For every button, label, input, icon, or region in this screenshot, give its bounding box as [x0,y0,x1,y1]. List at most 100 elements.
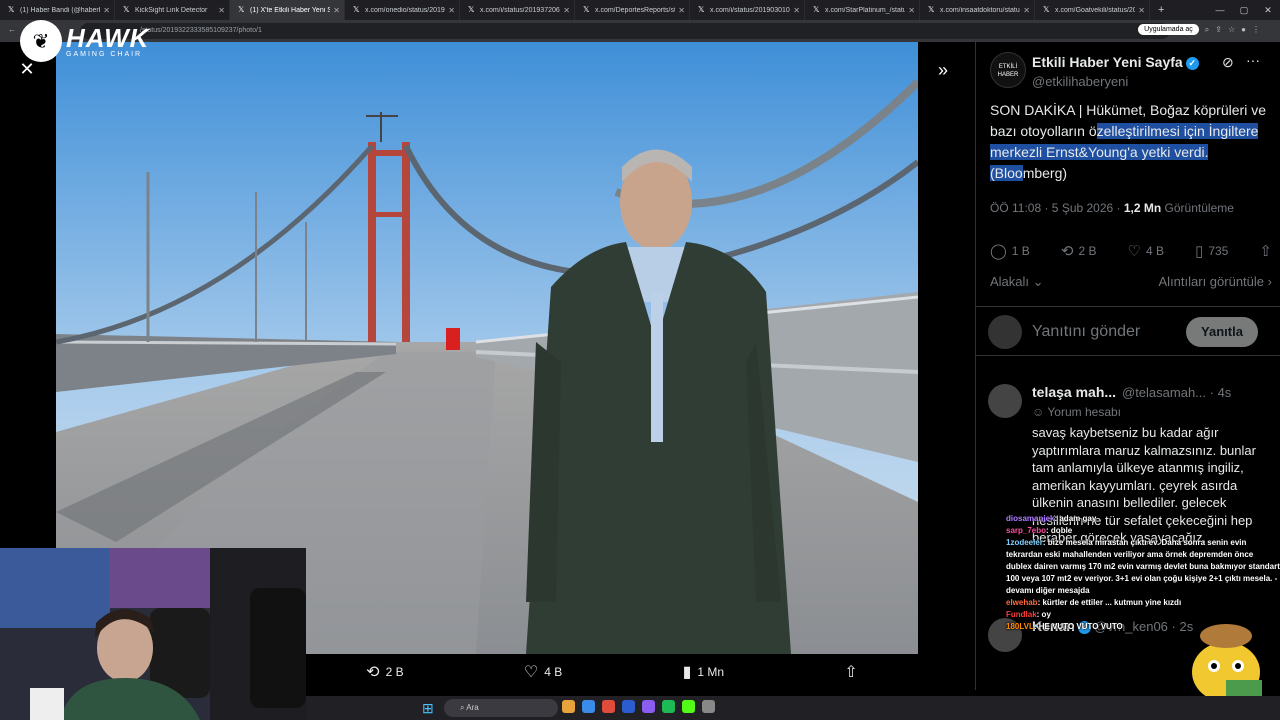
photo-action-bar: ⟲ 2 B ♡ 4 B ▮ 1 Mn ⇧ [306,654,918,690]
photo-views-count: 1 Mn [697,665,725,679]
profile-icon[interactable]: ● [1241,25,1246,34]
post-view-count: 1,2 Mn [1123,201,1162,215]
browser-tab[interactable]: 𝕏x.com/DeportesReports/statu✕ [575,0,690,20]
reply-submit-button[interactable]: Yanıtla [1186,317,1258,347]
bookmark-star-icon[interactable]: ☆ [1228,25,1235,34]
back-icon[interactable]: ← [8,25,16,34]
browser-tab[interactable]: 𝕏x.com/i/status/201903010981✕ [690,0,805,20]
author-handle[interactable]: @etkilihaberyeni [1032,74,1128,89]
tab-favicon-icon: 𝕏 [813,5,820,14]
chat-username: sarp_7ebo [1006,526,1047,535]
comment-author-name[interactable]: telaşa mah... [1032,384,1116,400]
taskbar-search[interactable]: ⌕ Ara [444,699,558,717]
post-time[interactable]: ÖÖ 11:08 · 5 Şub 2026 · [990,201,1124,215]
tab-title: x.com/Goatvekili/status/2019 [1055,6,1135,14]
browser-tab[interactable]: 𝕏x.com/insaatdoktoru/status/2 ✕ [920,0,1035,20]
toggle-panel-icon[interactable]: » [938,60,948,81]
tab-close-icon[interactable]: ✕ [563,6,570,15]
browser-tab[interactable]: 𝕏 KickSight Link Detector ✕ [115,0,230,20]
tab-close-icon[interactable]: ✕ [218,6,225,15]
spotify-icon[interactable] [662,700,675,713]
menu-icon[interactable]: ⋮ [1252,25,1260,34]
tab-close-icon[interactable]: ✕ [678,6,685,15]
chrome-icon[interactable] [602,700,615,713]
post-action-bar: ◯ 1 B ⟲ 2 B ♡ 4 B ▯ 735 ⇧ [990,242,1272,260]
author-avatar[interactable]: ETKİLİ HABER [990,52,1026,88]
share-icon[interactable]: ⇪ [1215,25,1222,34]
tab-favicon-icon: 𝕏 [8,5,15,14]
windows-start-icon[interactable]: ⊞ [422,700,434,717]
tab-close-icon[interactable]: ✕ [333,6,340,15]
tab-title: x.com/i/status/201937206007 [480,6,560,14]
edge-icon[interactable] [582,700,595,713]
user-avatar[interactable] [988,315,1022,349]
reply-button[interactable]: ◯ 1 B [990,242,1030,260]
browser-tab[interactable]: 𝕏 (1) Haber Bandi (@haberbani✕ [0,0,115,20]
tab-close-icon[interactable]: ✕ [1138,6,1145,15]
tab-title: x.com/i/status/201903010981 [710,6,790,14]
related-dropdown[interactable]: Alakalı ⌄ [990,274,1044,290]
window-controls: — ▢ ✕ [1208,0,1280,20]
tab-title: x.com/onedio/status/201932 [365,6,446,14]
comment-author-handle[interactable]: @telasamah... · 4s [1122,385,1231,400]
new-tab-button[interactable]: + [1150,4,1172,16]
chat-text: : oy [1036,610,1051,619]
tab-title: (1) Haber Bandi (@haberbani [20,6,100,14]
view-quotes-link[interactable]: Alıntıları görüntüle › [1159,274,1272,290]
post-text-part2: mberg) [1022,165,1068,181]
chat-message: elwehab: kürtler de ettiler ... kutmun y… [1006,597,1280,609]
like-button[interactable]: ♡ 4 B [1128,242,1164,260]
photo-share-button[interactable]: ⇧ [844,662,857,682]
minimize-icon[interactable]: — [1208,0,1232,20]
more-options-icon[interactable]: ··· [1246,52,1260,68]
heart-icon: ♡ [1127,243,1141,260]
retweet-count: 2 B [1078,244,1097,258]
store-icon[interactable] [622,700,635,713]
kick-icon[interactable] [682,700,695,713]
chat-text: : bize mesela mirastan çıktı ev. Daha so… [1006,538,1280,595]
browser-tab[interactable]: 𝕏x.com/i/status/201937206007✕ [460,0,575,20]
tab-close-icon[interactable]: ✕ [103,6,110,15]
related-row: Alakalı ⌄ Alıntıları görüntüle › [990,274,1272,290]
browser-tab[interactable]: 𝕏x.com/Goatvekili/status/2019✕ [1035,0,1150,20]
tab-favicon-icon: 𝕏 [698,5,705,14]
comment-account-icon: ☺ [1032,405,1045,419]
author-name-link[interactable]: Etkili Haber Yeni Sayfa ✓ [1032,54,1199,70]
tab-close-icon[interactable]: ✕ [908,6,915,15]
url-field[interactable]: /status/2019322333585109237/photo/1 [80,23,1170,39]
browser-tab[interactable]: 𝕏x.com/StarPlatinum_/status/2✕ [805,0,920,20]
reply-input[interactable]: Yanıtını gönder [1032,323,1140,341]
tab-close-icon[interactable]: ✕ [448,6,455,15]
chat-username: 180LVL [1006,622,1034,631]
comment-badge: ☺ Yorum hesabı [1032,405,1121,419]
zoom-icon[interactable]: ⌕ [1205,25,1209,35]
file-explorer-icon[interactable] [562,700,575,713]
chat-username: 1zodeeler [1006,538,1043,547]
close-window-icon[interactable]: ✕ [1256,0,1280,20]
close-photo-button[interactable]: ✕ [18,60,36,78]
browser-tab[interactable]: 𝕏x.com/onedio/status/201932 ✕ [345,0,460,20]
retweet-button[interactable]: ⟲ 2 B [1061,242,1097,260]
app-icon[interactable] [702,700,715,713]
bookmark-button[interactable]: ▯ 735 [1195,242,1228,260]
tab-close-icon[interactable]: ✕ [1023,6,1030,15]
discord-icon[interactable] [642,700,655,713]
photo-retweet-button[interactable]: ⟲ 2 B [366,662,403,682]
comment-avatar[interactable] [988,384,1022,418]
view-quotes-label: Alıntıları görüntüle [1158,274,1265,289]
tab-favicon-icon: 𝕏 [1043,5,1050,14]
views-chart-icon: ▮ [682,664,692,681]
photo-like-count: 4 B [544,665,563,679]
hawk-sub: GAMING CHAIR [66,50,143,58]
photo-views-button[interactable]: ▮ 1 Mn [683,662,725,682]
share-upload-icon: ⇧ [1259,243,1272,260]
tab-close-icon[interactable]: ✕ [793,6,800,15]
retweet-icon: ⟲ [366,664,380,681]
maximize-icon[interactable]: ▢ [1232,0,1256,20]
open-in-app-button[interactable]: Uygulamada aç [1138,24,1199,35]
browser-tab[interactable]: 𝕏 (1) X'te Etkili Haber Yeni Sayfa✕ [230,0,345,20]
grok-icon[interactable]: ⊘ [1222,54,1234,71]
share-button[interactable]: ⇧ [1259,242,1272,260]
photo-like-button[interactable]: ♡ 4 B [524,662,562,682]
tab-title: (1) X'te Etkili Haber Yeni Sayfa [250,6,330,14]
